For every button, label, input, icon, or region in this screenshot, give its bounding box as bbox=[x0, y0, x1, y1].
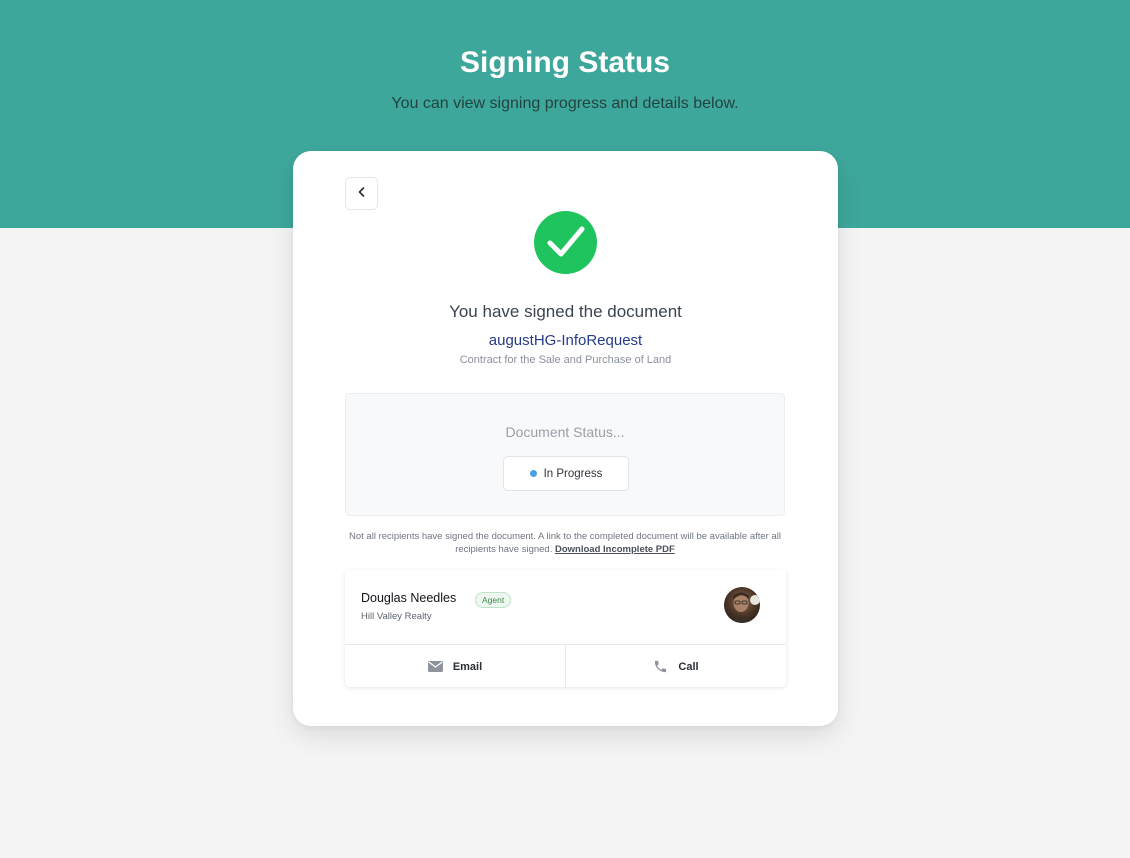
page-title: Signing Status bbox=[460, 46, 670, 79]
document-description: Contract for the Sale and Purchase of La… bbox=[459, 354, 672, 366]
envelope-icon bbox=[427, 661, 443, 672]
contact-actions: Email Call bbox=[345, 644, 786, 688]
call-button-label: Call bbox=[678, 660, 699, 673]
role-badge: Agent bbox=[475, 592, 512, 608]
document-name: augustHG-InfoRequest bbox=[488, 332, 643, 349]
signing-status-card: You have signed the document augustHG-In… bbox=[293, 151, 838, 726]
document-status-panel: Document Status... In Progress bbox=[345, 393, 785, 516]
back-button[interactable] bbox=[345, 177, 378, 210]
status-badge: In Progress bbox=[503, 456, 629, 491]
status-dot-icon bbox=[529, 470, 537, 477]
email-button-label: Email bbox=[452, 660, 483, 673]
status-heading: Document Status... bbox=[505, 424, 625, 440]
contact-name: Douglas Needles bbox=[361, 591, 457, 605]
status-value: In Progress bbox=[543, 467, 603, 480]
check-circle-icon bbox=[534, 211, 597, 274]
download-incomplete-pdf-link[interactable]: Download Incomplete PDF bbox=[555, 544, 675, 555]
signed-message: You have signed the document bbox=[449, 302, 682, 321]
call-button[interactable]: Call bbox=[565, 645, 786, 688]
email-button[interactable]: Email bbox=[345, 645, 565, 688]
chevron-left-icon bbox=[357, 185, 367, 203]
avatar bbox=[724, 587, 760, 623]
page-subtitle: You can view signing progress and detail… bbox=[391, 95, 739, 112]
incomplete-notice: Not all recipients have signed the docum… bbox=[345, 530, 785, 556]
contact-company: Hill Valley Realty bbox=[361, 611, 432, 622]
contact-card: Douglas Needles Agent Hill Valley Realty bbox=[345, 570, 786, 688]
phone-icon bbox=[653, 659, 668, 674]
